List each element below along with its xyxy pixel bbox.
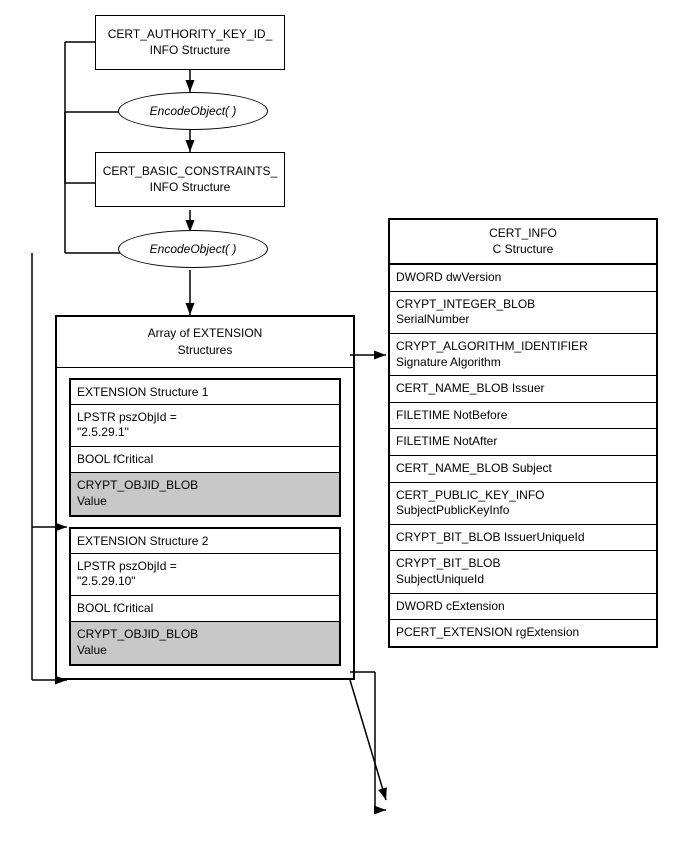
- cert-basic-box: CERT_BASIC_CONSTRAINTS_ INFO Structure: [95, 152, 285, 207]
- ext-struct-1-row-1: LPSTR pszObjId ="2.5.29.1": [71, 405, 339, 447]
- cert-info-row-4: CERT_NAME_BLOB Issuer: [390, 376, 656, 403]
- cert-authority-box: CERT_AUTHORITY_KEY_ID_ INFO Structure: [95, 15, 285, 70]
- ext-struct-1-header: EXTENSION Structure 1: [71, 380, 339, 405]
- cert-info-row-6: FILETIME NotAfter: [390, 429, 656, 456]
- cert-info-row-9: CRYPT_BIT_BLOB IssuerUniqueId: [390, 525, 656, 552]
- cert-info-panel: CERT_INFOC Structure DWORD dwVersion CRY…: [388, 218, 658, 648]
- ext-struct-2-row-2: BOOL fCritical: [71, 596, 339, 623]
- cert-info-header: CERT_INFOC Structure: [390, 220, 656, 265]
- ext-panel-header: Array of EXTENSIONStructures: [57, 317, 353, 368]
- ext-struct-2-header: EXTENSION Structure 2: [71, 529, 339, 554]
- ext-struct-2-row-3: CRYPT_OBJID_BLOBValue: [71, 622, 339, 663]
- ext-panel: Array of EXTENSIONStructures EXTENSION S…: [55, 315, 355, 680]
- encode-object-2: EncodeObject( ): [118, 230, 268, 268]
- cert-info-row-11: DWORD cExtension: [390, 594, 656, 621]
- cert-info-row-5: FILETIME NotBefore: [390, 403, 656, 430]
- cert-info-row-10: CRYPT_BIT_BLOBSubjectUniqueId: [390, 551, 656, 593]
- diagram-container: CERT_AUTHORITY_KEY_ID_ INFO Structure En…: [0, 0, 681, 845]
- cert-info-row-1: DWORD dwVersion: [390, 265, 656, 292]
- ext-struct-2: EXTENSION Structure 2 LPSTR pszObjId ="2…: [69, 527, 341, 666]
- cert-info-row-3: CRYPT_ALGORITHM_IDENTIFIERSignature Algo…: [390, 334, 656, 376]
- ext-struct-2-row-1: LPSTR pszObjId ="2.5.29.10": [71, 554, 339, 596]
- cert-info-row-2: CRYPT_INTEGER_BLOBSerialNumber: [390, 292, 656, 334]
- ext-struct-1-row-3: CRYPT_OBJID_BLOBValue: [71, 473, 339, 514]
- cert-info-row-12: PCERT_EXTENSION rgExtension: [390, 620, 656, 646]
- ext-struct-1-row-2: BOOL fCritical: [71, 447, 339, 474]
- cert-info-row-8: CERT_PUBLIC_KEY_INFOSubjectPublicKeyInfo: [390, 483, 656, 525]
- encode-object-1: EncodeObject( ): [118, 92, 268, 130]
- ext-struct-1: EXTENSION Structure 1 LPSTR pszObjId ="2…: [69, 378, 341, 517]
- cert-info-row-7: CERT_NAME_BLOB Subject: [390, 456, 656, 483]
